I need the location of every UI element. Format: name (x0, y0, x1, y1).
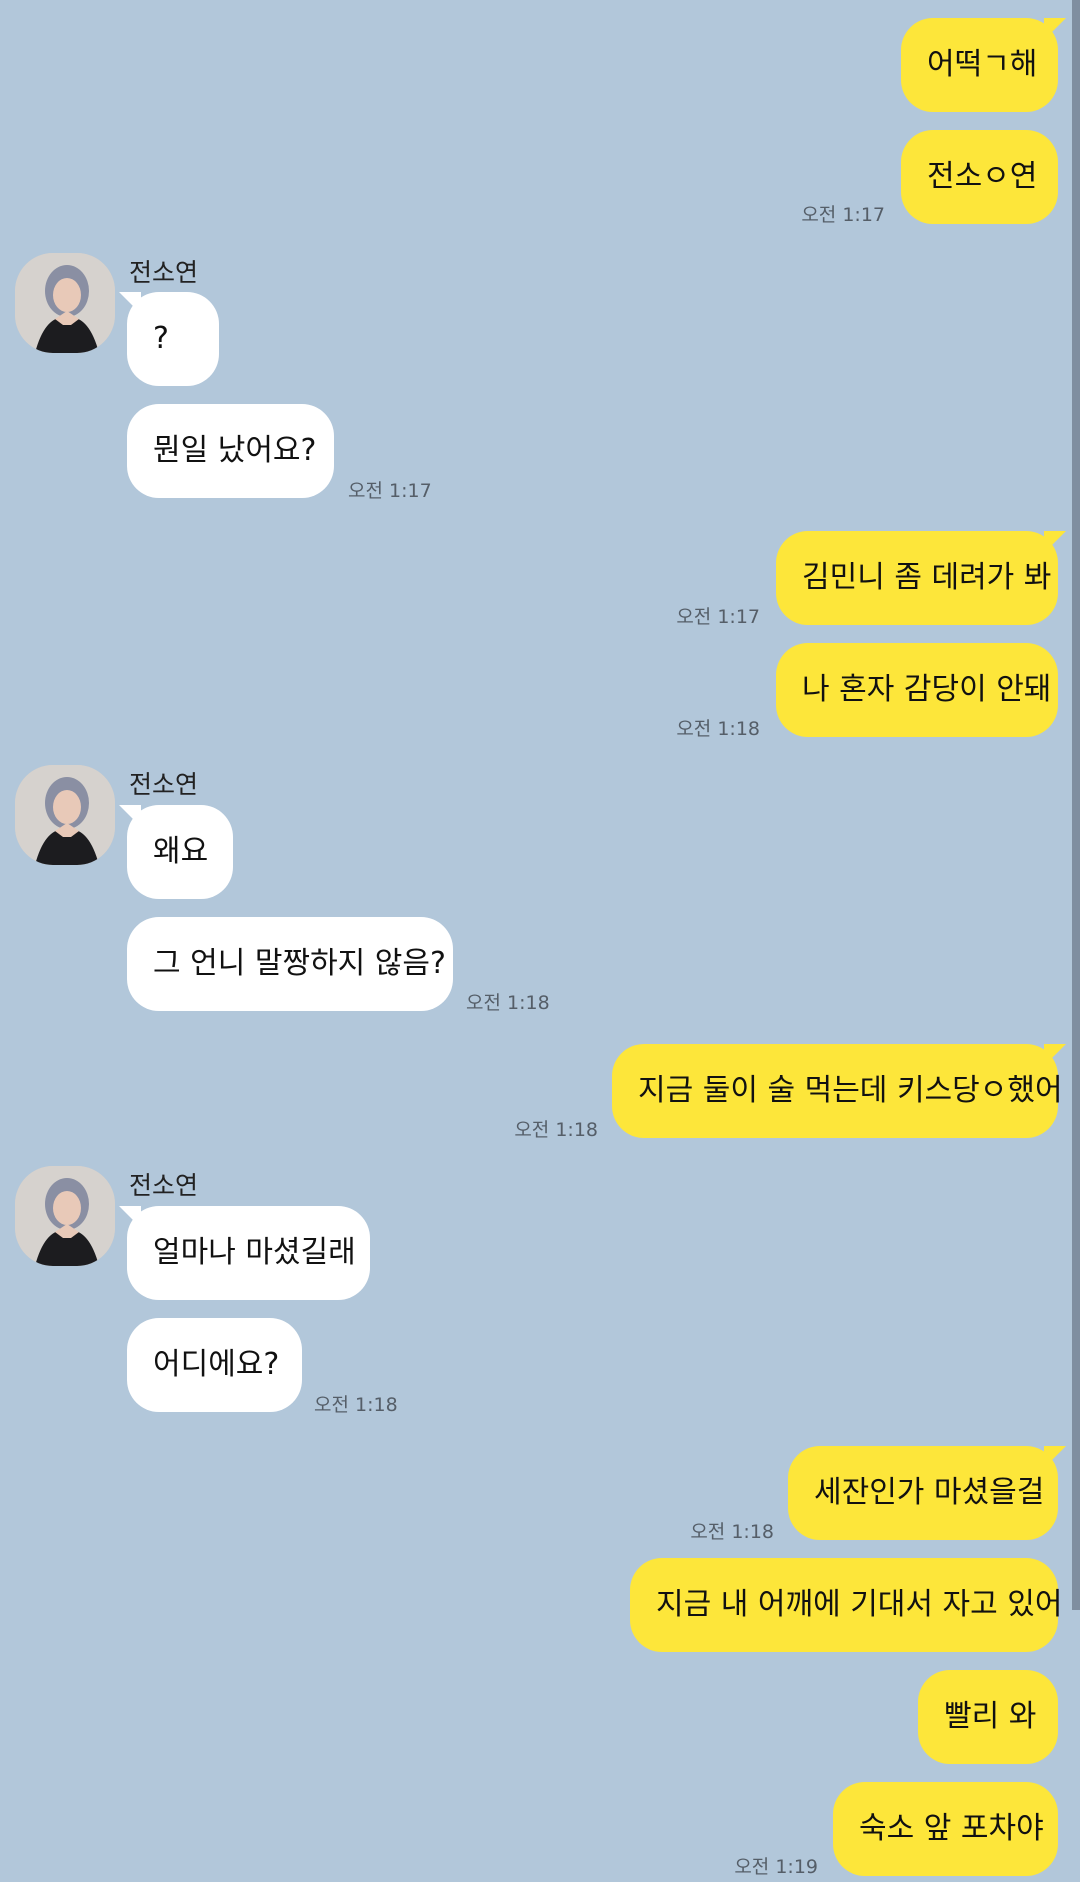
message-timestamp: 오전 1:18 (466, 992, 550, 1014)
chat-window[interactable]: 어떡ㄱ해 전소ㅇ연 오전 1:17 전소연 ? 뭔일 났어요? 오전 1:17 … (0, 0, 1080, 1882)
message-timestamp: 오전 1:19 (734, 1856, 818, 1878)
avatar[interactable] (15, 253, 115, 353)
my-message-bubble[interactable]: 어떡ㄱ해 (901, 18, 1066, 112)
their-message-bubble[interactable]: 뭔일 났어요? (127, 404, 334, 498)
my-message-bubble[interactable]: 전소ㅇ연 (901, 130, 1058, 224)
avatar[interactable] (15, 765, 115, 865)
message-timestamp: 오전 1:18 (514, 1119, 598, 1141)
my-message-bubble[interactable]: 김민니 좀 데려가 봐 (776, 531, 1066, 625)
their-message-bubble[interactable]: ? (119, 292, 219, 386)
message-timestamp: 오전 1:18 (690, 1521, 774, 1543)
profile-photo-icon (15, 1166, 115, 1266)
scrollbar[interactable] (1072, 0, 1080, 1610)
sender-name: 전소연 (129, 1171, 199, 1200)
their-message-bubble[interactable]: 그 언니 말짱하지 않음? (127, 917, 453, 1011)
my-message-bubble[interactable]: 세잔인가 마셨을걸 (788, 1446, 1066, 1540)
their-message-bubble[interactable]: 어디에요? (127, 1318, 302, 1412)
my-message-bubble[interactable]: 지금 내 어깨에 기대서 자고 있어 (630, 1558, 1062, 1652)
profile-photo-icon (15, 253, 115, 353)
their-message-bubble[interactable]: 얼마나 마셨길래 (119, 1206, 370, 1300)
avatar[interactable] (15, 1166, 115, 1266)
my-message-bubble[interactable]: 빨리 와 (918, 1670, 1058, 1764)
my-message-bubble[interactable]: 나 혼자 감당이 안돼 (776, 643, 1058, 737)
message-timestamp: 오전 1:18 (314, 1394, 398, 1416)
profile-photo-icon (15, 765, 115, 865)
message-timestamp: 오전 1:17 (801, 204, 885, 226)
my-message-bubble[interactable]: 지금 둘이 술 먹는데 키스당ㅇ했어 (612, 1044, 1066, 1138)
message-timestamp: 오전 1:17 (348, 480, 432, 502)
my-message-bubble[interactable]: 숙소 앞 포차야 (833, 1782, 1058, 1876)
sender-name: 전소연 (129, 770, 199, 799)
their-message-bubble[interactable]: 왜요 (119, 805, 233, 899)
sender-name: 전소연 (129, 258, 199, 287)
message-timestamp: 오전 1:18 (676, 718, 760, 740)
message-timestamp: 오전 1:17 (676, 606, 760, 628)
